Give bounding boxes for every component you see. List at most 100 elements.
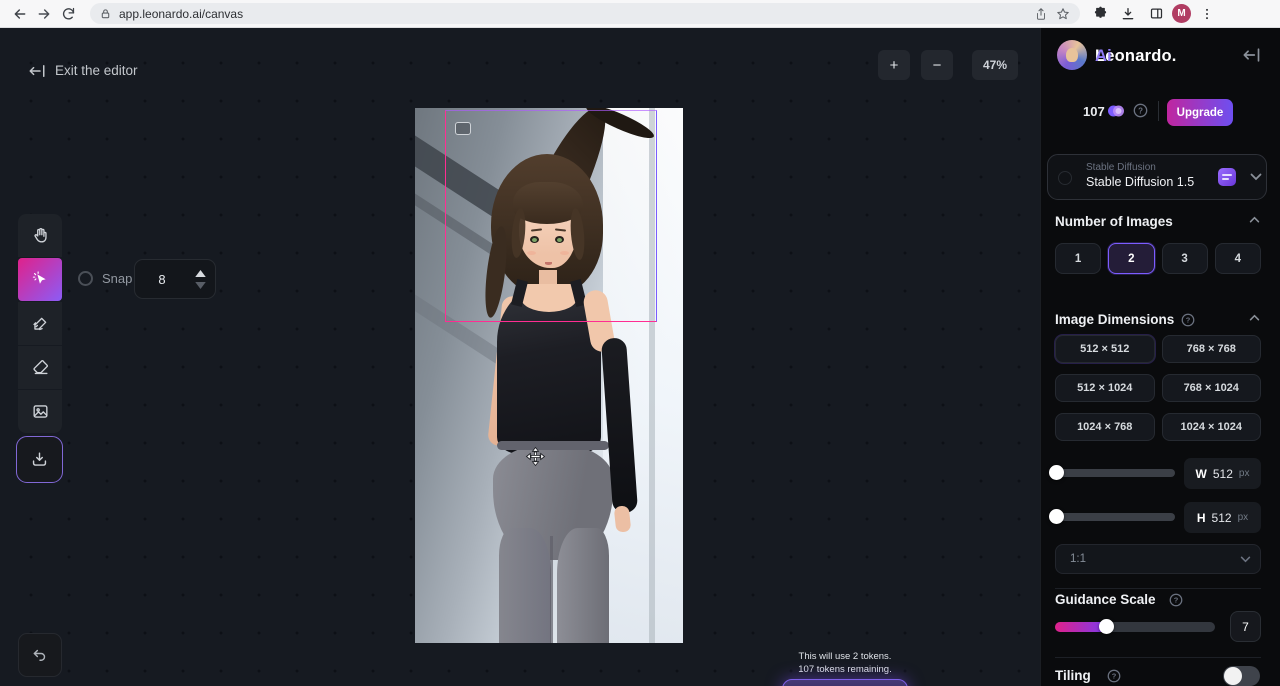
dimension-option-1024x768[interactable]: 1024 × 768 xyxy=(1055,413,1155,441)
token-usage-line1: This will use 2 tokens. xyxy=(798,650,891,663)
aspect-ratio-dropdown[interactable]: 1:1 xyxy=(1055,544,1261,574)
height-unit: px xyxy=(1238,512,1249,523)
browser-back-button[interactable] xyxy=(8,2,32,26)
browser-chrome: app.leonardo.ai/canvas M xyxy=(0,0,1280,28)
guidance-scale-value: 7 xyxy=(1230,611,1261,642)
undo-icon xyxy=(31,646,49,664)
token-usage-note: This will use 2 tokens. 107 tokens remai… xyxy=(798,650,891,676)
dimension-option-1024x1024[interactable]: 1024 × 1024 xyxy=(1162,413,1262,441)
side-panel-icon xyxy=(1149,6,1164,21)
leonardo-logo-avatar xyxy=(1057,40,1087,70)
tiling-toggle[interactable] xyxy=(1223,666,1260,686)
num-images-option-3[interactable]: 3 xyxy=(1162,243,1208,274)
exit-editor-button[interactable]: Exit the editor xyxy=(28,63,138,78)
height-value: 512 xyxy=(1212,511,1232,525)
dimension-option-512x1024[interactable]: 512 × 1024 xyxy=(1055,374,1155,402)
image-dimensions-title: Image Dimensions xyxy=(1055,312,1174,327)
height-slider[interactable] xyxy=(1055,513,1175,521)
selection-image-badge-icon xyxy=(455,122,471,135)
num-images-option-2[interactable]: 2 xyxy=(1108,243,1154,274)
eraser-tool-button[interactable] xyxy=(18,346,62,389)
model-thumbnail-icon xyxy=(1058,171,1072,185)
svg-text:?: ? xyxy=(1186,316,1191,325)
width-slider-thumb[interactable] xyxy=(1049,465,1064,480)
eraser-icon xyxy=(31,358,50,377)
url-text: app.leonardo.ai/canvas xyxy=(119,7,1034,21)
generation-sidebar: Leonardo.Ai 107 ? Upgrade Stable Diffusi… xyxy=(1040,28,1280,686)
sketch-tool-button[interactable] xyxy=(18,302,62,345)
lock-icon xyxy=(100,8,111,20)
brand-accent: Ai xyxy=(1095,47,1112,66)
download-icon xyxy=(30,450,49,469)
height-slider-thumb[interactable] xyxy=(1049,509,1064,524)
num-images-option-1[interactable]: 1 xyxy=(1055,243,1101,274)
zoom-level[interactable]: 47% xyxy=(972,50,1018,80)
svg-text:?: ? xyxy=(1112,672,1117,681)
divider xyxy=(1158,101,1159,121)
number-of-images-options: 1 2 3 4 xyxy=(1055,243,1261,274)
select-tool-button[interactable] xyxy=(18,258,62,301)
width-slider[interactable] xyxy=(1055,469,1175,477)
divider xyxy=(1055,657,1261,658)
browser-reload-button[interactable] xyxy=(56,2,80,26)
canvas-workspace[interactable]: Exit the editor xyxy=(0,28,1040,686)
guidance-scale-title: Guidance Scale xyxy=(1055,592,1156,607)
browser-downloads-button[interactable] xyxy=(1116,2,1140,26)
figure-leg-seam xyxy=(550,536,553,643)
snap-value-input[interactable]: 8 xyxy=(134,259,216,299)
undo-button[interactable] xyxy=(18,633,62,677)
dimension-option-768x768[interactable]: 768 × 768 xyxy=(1162,335,1262,363)
share-icon[interactable] xyxy=(1034,7,1048,21)
figure-left-leg xyxy=(499,528,551,643)
back-arrow-icon xyxy=(12,6,28,22)
width-unit: px xyxy=(1239,468,1250,479)
snap-toggle[interactable] xyxy=(78,271,93,286)
collapse-arrow-icon xyxy=(1241,47,1261,63)
download-tool-button[interactable] xyxy=(16,436,63,483)
stepper-down-icon[interactable] xyxy=(195,282,206,289)
exit-editor-label: Exit the editor xyxy=(55,63,138,78)
upgrade-button[interactable]: Upgrade xyxy=(1167,99,1233,126)
width-value: 512 xyxy=(1213,467,1233,481)
generate-button[interactable] xyxy=(782,679,908,686)
divider xyxy=(1055,588,1261,589)
model-selector-label: Stable Diffusion xyxy=(1086,162,1156,173)
stepper-up-icon[interactable] xyxy=(195,270,206,277)
tiling-title: Tiling xyxy=(1055,668,1091,683)
bookmark-star-icon[interactable] xyxy=(1056,7,1070,21)
selection-box[interactable] xyxy=(445,110,657,322)
move-cursor-icon xyxy=(525,446,546,467)
zoom-out-button[interactable]: − xyxy=(921,50,953,80)
sketch-pen-icon xyxy=(31,314,50,333)
figure-right-leg xyxy=(557,528,609,643)
side-panel-button[interactable] xyxy=(1144,2,1168,26)
extensions-button[interactable] xyxy=(1088,2,1112,26)
exit-arrow-icon xyxy=(28,64,46,78)
figure-waistband xyxy=(497,441,609,450)
image-tool-button[interactable] xyxy=(18,390,62,433)
height-label: H xyxy=(1197,511,1206,525)
model-selector[interactable]: Stable Diffusion Stable Diffusion 1.5 xyxy=(1047,154,1267,200)
token-coins-icon xyxy=(1107,103,1125,119)
pan-tool-button[interactable] xyxy=(18,214,62,257)
magic-cursor-icon xyxy=(31,270,50,289)
browser-forward-button[interactable] xyxy=(32,2,56,26)
width-label: W xyxy=(1196,467,1207,481)
num-images-option-4[interactable]: 4 xyxy=(1215,243,1261,274)
svg-text:?: ? xyxy=(1138,106,1143,115)
dimension-option-512x512[interactable]: 512 × 512 xyxy=(1055,335,1155,363)
image-icon xyxy=(31,402,50,421)
browser-profile-avatar[interactable]: M xyxy=(1172,4,1191,23)
zoom-in-button[interactable]: + xyxy=(878,50,910,80)
snap-label: Snap xyxy=(102,271,132,286)
figure-hand xyxy=(614,505,632,532)
guidance-scale-thumb[interactable] xyxy=(1099,619,1114,634)
url-bar[interactable]: app.leonardo.ai/canvas xyxy=(90,3,1080,24)
dimension-option-768x1024[interactable]: 768 × 1024 xyxy=(1162,374,1262,402)
stable-diffusion-icon xyxy=(1218,168,1236,186)
kebab-menu-icon xyxy=(1200,7,1214,21)
download-icon xyxy=(1120,6,1136,22)
width-value-box: W 512 px xyxy=(1184,458,1261,489)
browser-menu-button[interactable] xyxy=(1195,2,1219,26)
hand-icon xyxy=(31,226,50,245)
